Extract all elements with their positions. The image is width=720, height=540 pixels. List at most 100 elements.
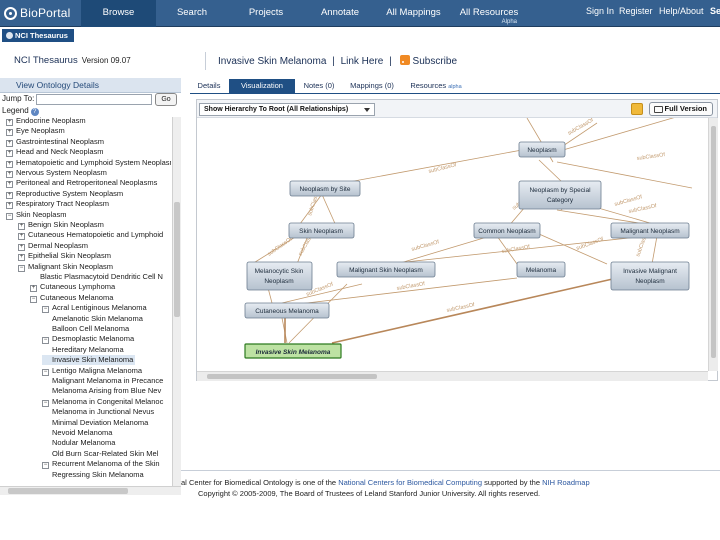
tree-item[interactable]: − Lentigo Maligna Melanoma <box>42 366 142 376</box>
tree-item[interactable]: − Melanoma in Congenital Melanoc <box>42 397 163 407</box>
view-ontology-details-bar[interactable]: View Ontology Details <box>0 78 181 93</box>
tree-item[interactable]: − Recurrent Melanoma of the Skin <box>42 459 160 470</box>
collapse-icon[interactable]: − <box>42 368 49 376</box>
sign-in-link[interactable]: Sign In <box>586 6 614 16</box>
help-about-link[interactable]: Help/About <box>659 6 704 16</box>
tree-item[interactable]: Minimal Deviation Melanoma <box>42 418 148 428</box>
node-invasive-malignant-neoplasm[interactable]: Invasive Malignant Neoplasm <box>610 261 690 291</box>
collapse-icon[interactable]: − <box>42 337 49 345</box>
link-here-link[interactable]: Link Here <box>341 56 384 67</box>
subscribe-link[interactable]: Subscribe <box>413 56 457 67</box>
node-malignant-skin-neoplasm[interactable]: Malignant Skin Neoplasm <box>336 261 436 278</box>
expand-icon[interactable]: + <box>6 160 13 168</box>
expand-icon[interactable]: + <box>6 202 13 210</box>
tree-hscroll-thumb[interactable] <box>8 488 128 494</box>
collapse-icon[interactable]: − <box>30 295 37 303</box>
tree-item[interactable]: Nodular Melanoma <box>42 438 115 448</box>
tree-item[interactable]: − Cutaneous Melanoma <box>30 293 113 303</box>
node-common-neoplasm[interactable]: Common Neoplasm <box>473 222 541 239</box>
register-link[interactable]: Register <box>619 6 653 16</box>
tree-item[interactable]: − Skin Neoplasm <box>6 210 66 220</box>
close-tab-icon[interactable] <box>6 32 13 39</box>
help-icon[interactable]: ? <box>30 108 39 116</box>
visualization-vertical-scrollbar[interactable] <box>708 118 718 371</box>
nav-tab-all-resources[interactable]: All Resources Alpha <box>451 0 527 27</box>
node-neoplasm[interactable]: Neoplasm <box>518 141 566 158</box>
tree-item[interactable]: + Cutaneous Lymphoma <box>30 282 115 293</box>
expand-icon[interactable]: + <box>6 129 13 137</box>
node-invasive-skin-melanoma[interactable]: Invasive Skin Melanoma <box>244 343 342 359</box>
tree-item[interactable]: + Head and Neck Neoplasm <box>6 147 104 158</box>
tree-item[interactable]: − Malignant Skin Neoplasm <box>18 262 113 272</box>
node-neoplasm-by-special-category[interactable]: Neoplasm by Special Category <box>518 180 602 210</box>
nav-tab-annotate[interactable]: Annotate <box>304 0 376 27</box>
tree-item[interactable]: Hereditary Melanoma <box>42 345 124 355</box>
tree-horizontal-scrollbar[interactable] <box>0 486 181 495</box>
ncbc-link[interactable]: National Centers for Biomedical Computin… <box>338 478 482 487</box>
expand-icon[interactable]: + <box>6 181 13 189</box>
tree-item[interactable]: Balloon Cell Melanoma <box>42 324 129 334</box>
viz-hscroll-thumb[interactable] <box>207 374 377 379</box>
tree-item[interactable]: − Acral Lentiginous Melanoma <box>42 303 147 314</box>
tree-item[interactable]: + Nervous System Neoplasm <box>6 168 107 178</box>
expand-icon[interactable]: + <box>6 171 13 178</box>
tree-item[interactable]: + Epithelial Skin Neoplasm <box>18 251 111 262</box>
visualization-horizontal-scrollbar[interactable] <box>197 371 708 381</box>
collapse-icon[interactable]: − <box>42 462 49 470</box>
tree-item[interactable]: + Gastrointestinal Neoplasm <box>6 137 104 147</box>
tree-item[interactable]: Regressing Skin Melanoma <box>42 470 144 480</box>
tree-item[interactable]: + Hematopoietic and Lymphoid System Neopl… <box>6 158 171 168</box>
collapse-icon[interactable]: − <box>18 264 25 272</box>
tree-item[interactable]: + Dermal Neoplasm <box>18 241 88 251</box>
go-button[interactable]: Go <box>155 93 177 106</box>
expand-icon[interactable]: + <box>6 119 13 126</box>
tree-item[interactable]: + Cutaneous Hematopoietic and Lymphoid <box>18 230 163 241</box>
tab-resources[interactable]: Resources alpha <box>404 79 468 93</box>
tree-item[interactable]: + Endocrine Neoplasm <box>6 116 86 126</box>
tree-item[interactable]: Melanoma in Junctional Nevus <box>42 407 154 417</box>
tree-item[interactable]: Melanoma Arising from Blue Nev <box>42 386 161 396</box>
tree-item[interactable]: Malignant Melanoma in Precance <box>42 376 163 386</box>
tree-vscroll-thumb[interactable] <box>174 202 180 317</box>
tree-item[interactable]: + Eye Neoplasm <box>6 126 65 137</box>
tree-item[interactable]: + Peritoneal and Retroperitoneal Neoplasm… <box>6 178 157 189</box>
tab-visualization[interactable]: Visualization <box>229 79 295 93</box>
rss-icon[interactable] <box>399 55 410 65</box>
node-melanocytic-skin-neoplasm[interactable]: Melanocytic Skin Neoplasm <box>246 261 313 291</box>
expand-icon[interactable]: + <box>18 223 25 230</box>
node-neoplasm-by-site[interactable]: Neoplasm by Site <box>289 180 361 197</box>
tree-item[interactable]: − Desmoplastic Melanoma <box>42 334 134 345</box>
node-cutaneous-melanoma[interactable]: Cutaneous Melanoma <box>244 302 330 319</box>
tree-item-selected[interactable]: Invasive Skin Melanoma <box>42 355 136 366</box>
search-link-cut[interactable]: Se <box>710 6 720 16</box>
collapse-icon[interactable]: − <box>6 212 13 220</box>
tree-item[interactable]: + Reproductive System Neoplasm <box>6 189 123 199</box>
expand-icon[interactable]: + <box>18 233 25 241</box>
collapse-icon[interactable]: − <box>42 399 49 407</box>
tree-item[interactable]: Old Burn Scar-Related Skin Mel <box>42 449 158 459</box>
expand-icon[interactable]: + <box>6 150 13 158</box>
tree-item[interactable]: Amelanotic Skin Melanoma <box>42 314 143 324</box>
legend[interactable]: Legend? <box>2 106 39 116</box>
nih-roadmap-link[interactable]: NIH Roadmap <box>542 478 590 487</box>
node-skin-neoplasm[interactable]: Skin Neoplasm <box>288 222 355 239</box>
expand-icon[interactable]: + <box>6 191 13 199</box>
ontology-graph[interactable]: subClassOf subClassOf subClassOf subClas… <box>197 118 709 371</box>
collapse-icon[interactable]: − <box>42 306 49 314</box>
expand-icon[interactable]: + <box>30 285 37 293</box>
tree-item[interactable]: + Benign Skin Neoplasm <box>18 220 104 230</box>
view-ontology-details-link[interactable]: View Ontology Details <box>16 80 99 90</box>
ontology-tab-nci-thesaurus[interactable]: NCI Thesaurus <box>2 29 74 42</box>
tab-details[interactable]: Details <box>190 79 228 93</box>
viz-vscroll-thumb[interactable] <box>711 126 716 358</box>
tab-notes[interactable]: Notes (0) <box>296 79 342 93</box>
tree-vertical-scrollbar[interactable] <box>172 117 181 486</box>
nav-tab-all-mappings[interactable]: All Mappings <box>376 0 451 27</box>
node-melanoma[interactable]: Melanoma <box>516 261 566 278</box>
expand-icon[interactable]: + <box>18 243 25 251</box>
tab-mappings[interactable]: Mappings (0) <box>343 79 401 93</box>
hierarchy-select[interactable]: Show Hierarchy To Root (All Relationship… <box>199 103 375 116</box>
nav-tab-browse[interactable]: Browse <box>81 0 156 27</box>
tree-item[interactable]: Blastic Plasmacytoid Dendritic Cell N <box>30 272 163 282</box>
bioportal-logo[interactable]: BioPortal <box>4 3 71 23</box>
